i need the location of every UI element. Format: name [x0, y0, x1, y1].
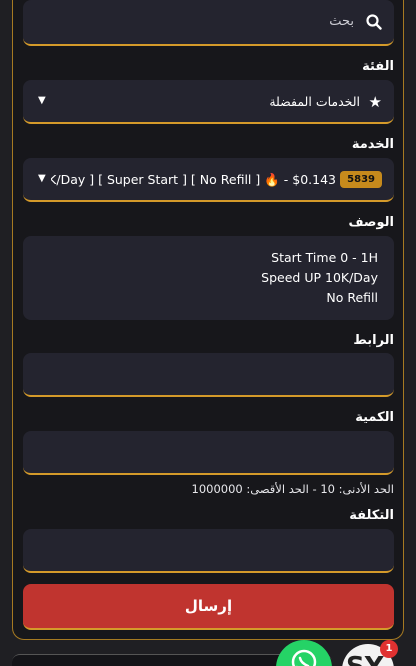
chevron-down-icon: ▼ [38, 173, 46, 184]
search-placeholder: بحث [329, 14, 354, 29]
cost-label: التكلفة [349, 508, 394, 523]
description-line: Speed UP 10K/Day [261, 270, 378, 285]
cost-field [23, 529, 394, 573]
service-label: الخدمة [351, 137, 394, 152]
quantity-input[interactable] [23, 431, 394, 475]
whatsapp-button[interactable] [276, 640, 332, 666]
description-line: No Refill [326, 290, 378, 305]
logo-mark: SY [346, 652, 384, 666]
category-select[interactable]: ★ الخدمات المفضلة ▼ [23, 80, 394, 124]
search-icon [366, 14, 382, 30]
quantity-limits-hint: الحد الأدنى: 10 - الحد الأقصى: 1000000 [191, 482, 395, 496]
service-select[interactable]: 5839 $0.143 - 🔥 [ No Refill ] [ Super St… [23, 158, 394, 202]
whatsapp-icon [291, 649, 317, 666]
notification-badge: 1 [380, 640, 398, 658]
quantity-label: الكمية [355, 410, 394, 425]
service-selected: $0.143 - 🔥 [ No Refill ] [ Super Start ]… [51, 172, 336, 187]
description-label: الوصف [348, 215, 394, 230]
link-label: الرابط [353, 333, 394, 348]
search-field[interactable]: بحث [23, 0, 394, 46]
category-label: الفئة [362, 59, 394, 74]
star-icon: ★ [368, 93, 382, 111]
description-box: Start Time 0 - 1H Speed UP 10K/Day No Re… [23, 236, 394, 320]
page: بحث الفئة ★ الخدمات المفضلة ▼ الخدمة 583… [0, 0, 416, 666]
category-selected: الخدمات المفضلة [269, 94, 360, 109]
description-line: Start Time 0 - 1H [271, 250, 378, 265]
service-id-badge: 5839 [340, 171, 382, 188]
submit-button[interactable]: إرسال [23, 584, 394, 630]
link-input[interactable] [23, 353, 394, 397]
chevron-down-icon: ▼ [38, 95, 46, 106]
